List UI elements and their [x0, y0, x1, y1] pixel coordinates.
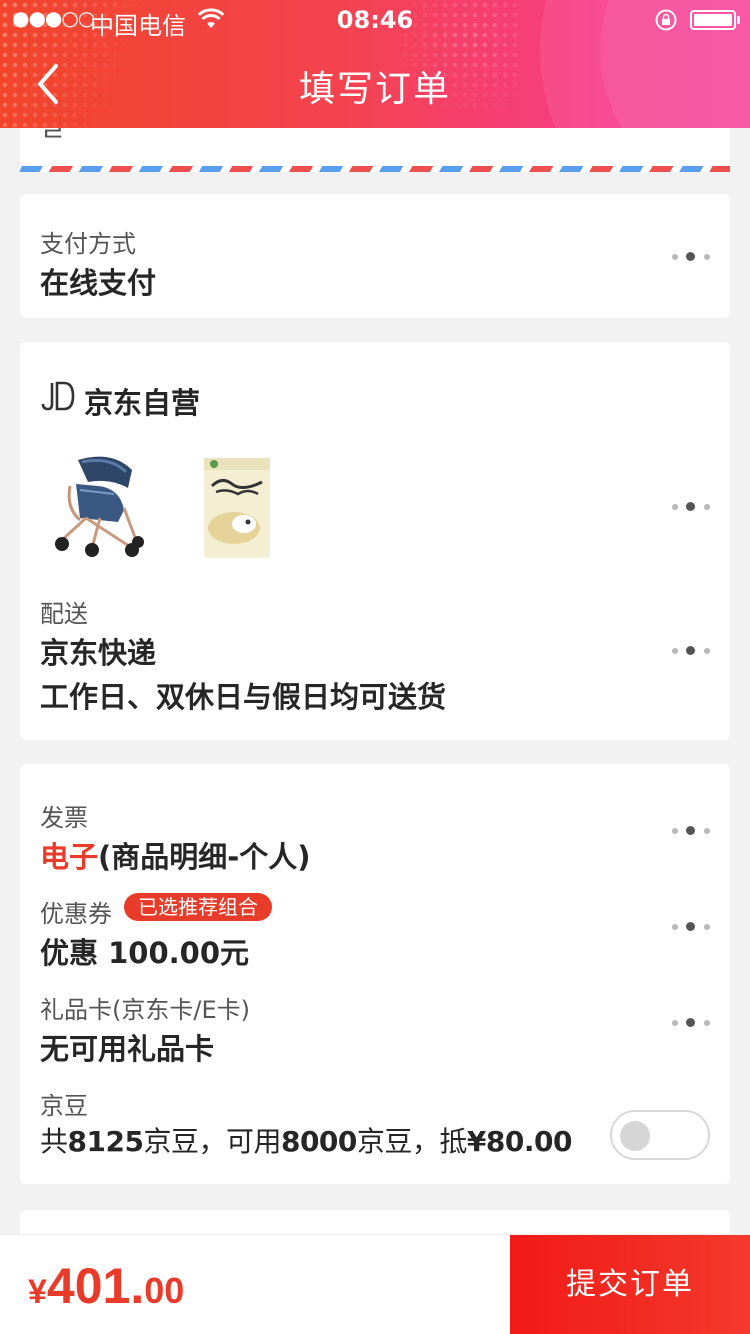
jd-logo-icon: [41, 381, 75, 411]
coupon-label: 优惠券: [40, 900, 112, 928]
page-title: 填写订单: [298, 69, 451, 110]
delivery-note: 工作日、双休日与假日均可送货: [40, 680, 447, 714]
more-icon[interactable]: [672, 646, 710, 656]
submit-order-button[interactable]: 提交订单: [510, 1235, 750, 1334]
bottom-bar: ¥401.00 提交订单: [0, 1234, 750, 1334]
delivery-label: 配送: [40, 600, 88, 628]
total-integer: 401.: [46, 1258, 145, 1314]
app-header: ●●●○○ 中国电信 08:46 填写订单: [0, 0, 750, 128]
payment-label: 支付方式: [40, 230, 136, 258]
total-decimal: 00: [144, 1270, 185, 1311]
jingdou-label: 京豆: [40, 1092, 88, 1120]
invoice-type-highlight: 电子: [40, 840, 99, 874]
gift-card-label: 礼品卡(京东卡/E卡): [40, 996, 250, 1024]
order-total: ¥401.00: [28, 1257, 184, 1315]
snack-bag-image[interactable]: [182, 448, 292, 560]
payment-card[interactable]: 支付方式 在线支付: [20, 194, 730, 318]
currency-symbol: ¥: [28, 1273, 47, 1311]
address-cut-text: ㄹ: [40, 128, 66, 148]
status-bar: ●●●○○ 中国电信 08:46: [0, 0, 750, 40]
coupon-value[interactable]: 优惠 100.00元: [40, 930, 249, 972]
invoice-label: 发票: [40, 804, 88, 832]
jingdou-summary: 共8125京豆，可用8000京豆，抵¥80.00: [40, 1125, 573, 1158]
invoice-type-rest: (商品明细-个人): [98, 840, 311, 874]
jingdou-deduct: ¥80.00: [466, 1125, 573, 1158]
clock: 08:46: [336, 6, 414, 34]
more-icon[interactable]: [672, 252, 710, 262]
jingdou-toggle[interactable]: [610, 1110, 710, 1160]
gift-card-value[interactable]: 无可用礼品卡: [40, 1026, 214, 1068]
toggle-knob: [620, 1121, 650, 1151]
nav-bar: 填写订单: [0, 40, 750, 128]
coupon-badge: 已选推荐组合: [124, 893, 272, 921]
battery-icon: [690, 10, 740, 30]
invoice-value[interactable]: 电子(商品明细-个人): [40, 834, 311, 876]
address-card[interactable]: ㄹ: [20, 128, 730, 172]
delivery-method: 京东快递: [40, 636, 157, 670]
rotation-lock-icon: [655, 9, 677, 31]
airmail-stripe: [20, 166, 730, 172]
payment-value: 在线支付: [40, 266, 157, 300]
jingdou-usable: 8000: [280, 1125, 357, 1158]
shop-name: 京东自营: [84, 386, 201, 420]
more-icon[interactable]: [672, 502, 710, 512]
more-icon[interactable]: [672, 826, 710, 836]
more-icon[interactable]: [672, 922, 710, 932]
shop-card: 京东自营 配送 京东快递 工作日、双休日与假日均可送货: [20, 342, 730, 740]
jingdou-total: 8125: [67, 1125, 144, 1158]
more-icon[interactable]: [672, 1018, 710, 1028]
stroller-image[interactable]: [40, 448, 150, 560]
extras-card: 发票 电子(商品明细-个人) 优惠券 已选推荐组合 优惠 100.00元 礼品卡…: [20, 764, 730, 1184]
